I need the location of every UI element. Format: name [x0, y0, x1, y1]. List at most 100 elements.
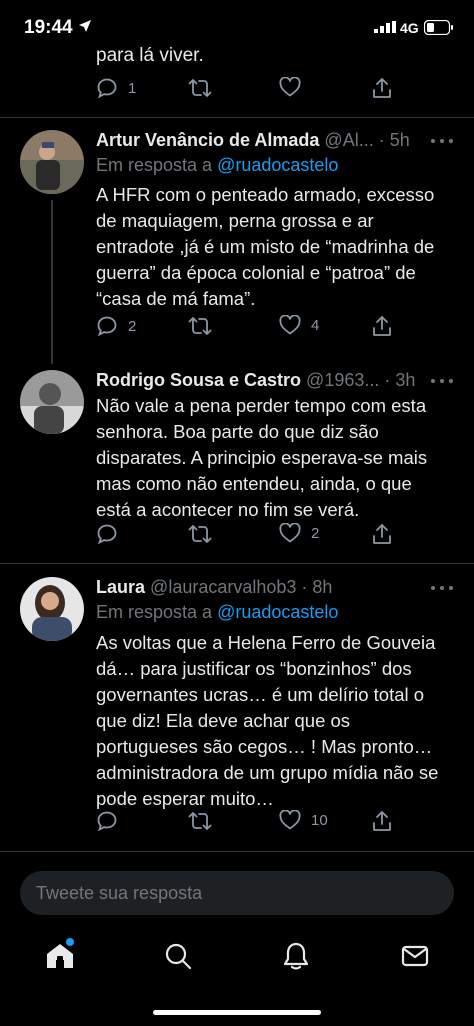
status-time: 19:44 — [24, 17, 73, 38]
retweet-button[interactable] — [188, 315, 212, 337]
reply-input-placeholder: Tweete sua resposta — [36, 883, 203, 903]
retweet-icon — [188, 525, 212, 543]
like-button[interactable]: 2 — [279, 523, 319, 543]
replying-to-handle[interactable]: @ruadocastelo — [217, 155, 338, 175]
reply-input[interactable]: Tweete sua resposta — [20, 871, 454, 915]
nav-home[interactable] — [40, 936, 80, 976]
avatar-photo — [20, 577, 84, 641]
partial-tweet-text: para lá viver. — [96, 45, 204, 66]
retweet-button[interactable] — [188, 77, 212, 99]
share-icon — [373, 811, 391, 831]
network-type: 4G — [400, 20, 419, 36]
tweet-text-line: de maquiagem, perna grossa e ar — [96, 210, 374, 231]
retweet-button[interactable] — [188, 523, 212, 545]
bell-icon — [283, 942, 309, 970]
share-button[interactable] — [371, 77, 393, 99]
nav-search[interactable] — [158, 936, 198, 976]
tweet-text-line: As voltas que a Helena Ferro de Gouveia — [96, 632, 436, 653]
avatar-photo — [20, 130, 84, 194]
search-icon — [165, 943, 192, 970]
divider — [0, 117, 474, 118]
share-icon — [373, 316, 391, 336]
retweet-icon — [188, 317, 212, 335]
like-button[interactable]: 4 — [279, 315, 319, 335]
tweet-header: Rodrigo Sousa e Castro @1963... · 3h — [96, 370, 436, 391]
more-options-icon[interactable] — [430, 585, 454, 591]
cellular-signal-icon — [374, 21, 396, 33]
share-button[interactable] — [371, 315, 393, 337]
reply-button[interactable]: 1 — [96, 77, 136, 99]
reply-count: 1 — [128, 79, 137, 97]
tweet-text-line: “casa de má fama”. — [96, 288, 256, 309]
retweet-icon — [188, 812, 212, 830]
tweet-text: As voltas que a Helena Ferro de Gouveia … — [96, 630, 456, 812]
tweet-header: Laura @lauracarvalhob3 · 8h — [96, 577, 436, 598]
tweet-text-line: administradora de um grupo mídia não se — [96, 762, 439, 783]
replying-to-label: Em resposta a — [96, 155, 213, 175]
notification-dot — [66, 938, 74, 946]
battery-icon — [424, 20, 453, 35]
like-button[interactable] — [279, 77, 301, 97]
replying-to: Em resposta a @ruadocastelo — [96, 602, 338, 623]
avatar[interactable] — [20, 370, 84, 434]
share-button[interactable] — [371, 810, 393, 832]
tweet-text-line: disparates. A principio esperava-se mais — [96, 447, 428, 468]
reply-button[interactable]: 2 — [96, 315, 136, 337]
like-button[interactable]: 10 — [279, 810, 328, 830]
display-name[interactable]: Artur Venâncio de Almada — [96, 130, 319, 150]
nav-notifications[interactable] — [276, 936, 316, 976]
divider — [0, 563, 474, 564]
display-name[interactable]: Rodrigo Sousa e Castro — [96, 370, 301, 390]
tweet-text-line: governantes ucras… é um delírio total o — [96, 684, 425, 705]
like-count: 4 — [311, 316, 320, 334]
reply-button[interactable] — [96, 810, 128, 832]
tweet-text-line: dá… para justificar os “bonzinhos” dos — [96, 658, 412, 679]
avatar[interactable] — [20, 130, 84, 194]
more-options-icon[interactable] — [430, 138, 454, 144]
tweet-text-line: que diz! Ela deve achar que os — [96, 710, 351, 731]
tweet-actions: 2 — [96, 523, 396, 547]
bottom-nav — [0, 936, 474, 980]
handle-and-time: @lauracarvalhob3 · 8h — [150, 577, 333, 597]
tweet-text-line: senhora. Boa parte do que diz são — [96, 421, 379, 442]
tweet-actions: 2 4 — [96, 315, 396, 339]
reply-icon — [97, 524, 117, 545]
avatar-photo — [20, 370, 84, 434]
status-bar: 19:44 4G — [0, 0, 474, 58]
like-count: 10 — [311, 811, 328, 829]
handle-and-time: @1963... · 3h — [306, 370, 416, 390]
tweet-header: Artur Venâncio de Almada @Al... · 5h — [96, 130, 436, 151]
share-icon — [373, 78, 391, 98]
avatar[interactable] — [20, 577, 84, 641]
replying-to-handle[interactable]: @ruadocastelo — [217, 602, 338, 622]
handle-and-time: @Al... · 5h — [324, 130, 410, 150]
display-name[interactable]: Laura — [96, 577, 145, 597]
replying-to: Em resposta a @ruadocastelo — [96, 155, 338, 176]
reply-button[interactable] — [96, 523, 128, 545]
tweet-text-line: pode esperar muito… — [96, 788, 274, 809]
tweet-text: Não vale a pena perder tempo com esta se… — [96, 393, 456, 523]
tweet-text: A HFR com o penteado armado, excesso de … — [96, 182, 456, 312]
heart-icon — [279, 77, 301, 97]
tweet-text-line: Não vale a pena perder tempo com esta — [96, 395, 427, 416]
replying-to-label: Em resposta a — [96, 602, 213, 622]
more-options-icon[interactable] — [430, 378, 454, 384]
tweet-text-line: mas como não entendeu, ainda, o que — [96, 473, 412, 494]
divider — [0, 851, 474, 852]
tweet-text-line: guerra” da época colonial e “patroa” de — [96, 262, 416, 283]
retweet-icon — [188, 79, 212, 97]
share-button[interactable] — [371, 523, 393, 545]
share-icon — [373, 524, 391, 544]
retweet-button[interactable] — [188, 810, 212, 832]
like-count: 2 — [311, 524, 320, 542]
thread-line — [51, 200, 53, 364]
reply-icon — [97, 316, 117, 337]
partial-tweet-actions: 1 — [96, 77, 396, 101]
tweet-text-line: A HFR com o penteado armado, excesso — [96, 184, 435, 205]
home-indicator — [153, 1010, 321, 1015]
tweet-text-line: portugueses são cegos… ! Mas pronto… — [96, 736, 433, 757]
heart-icon — [279, 315, 301, 335]
reply-icon — [97, 811, 117, 832]
home-icon — [47, 944, 73, 968]
nav-messages[interactable] — [395, 936, 435, 976]
